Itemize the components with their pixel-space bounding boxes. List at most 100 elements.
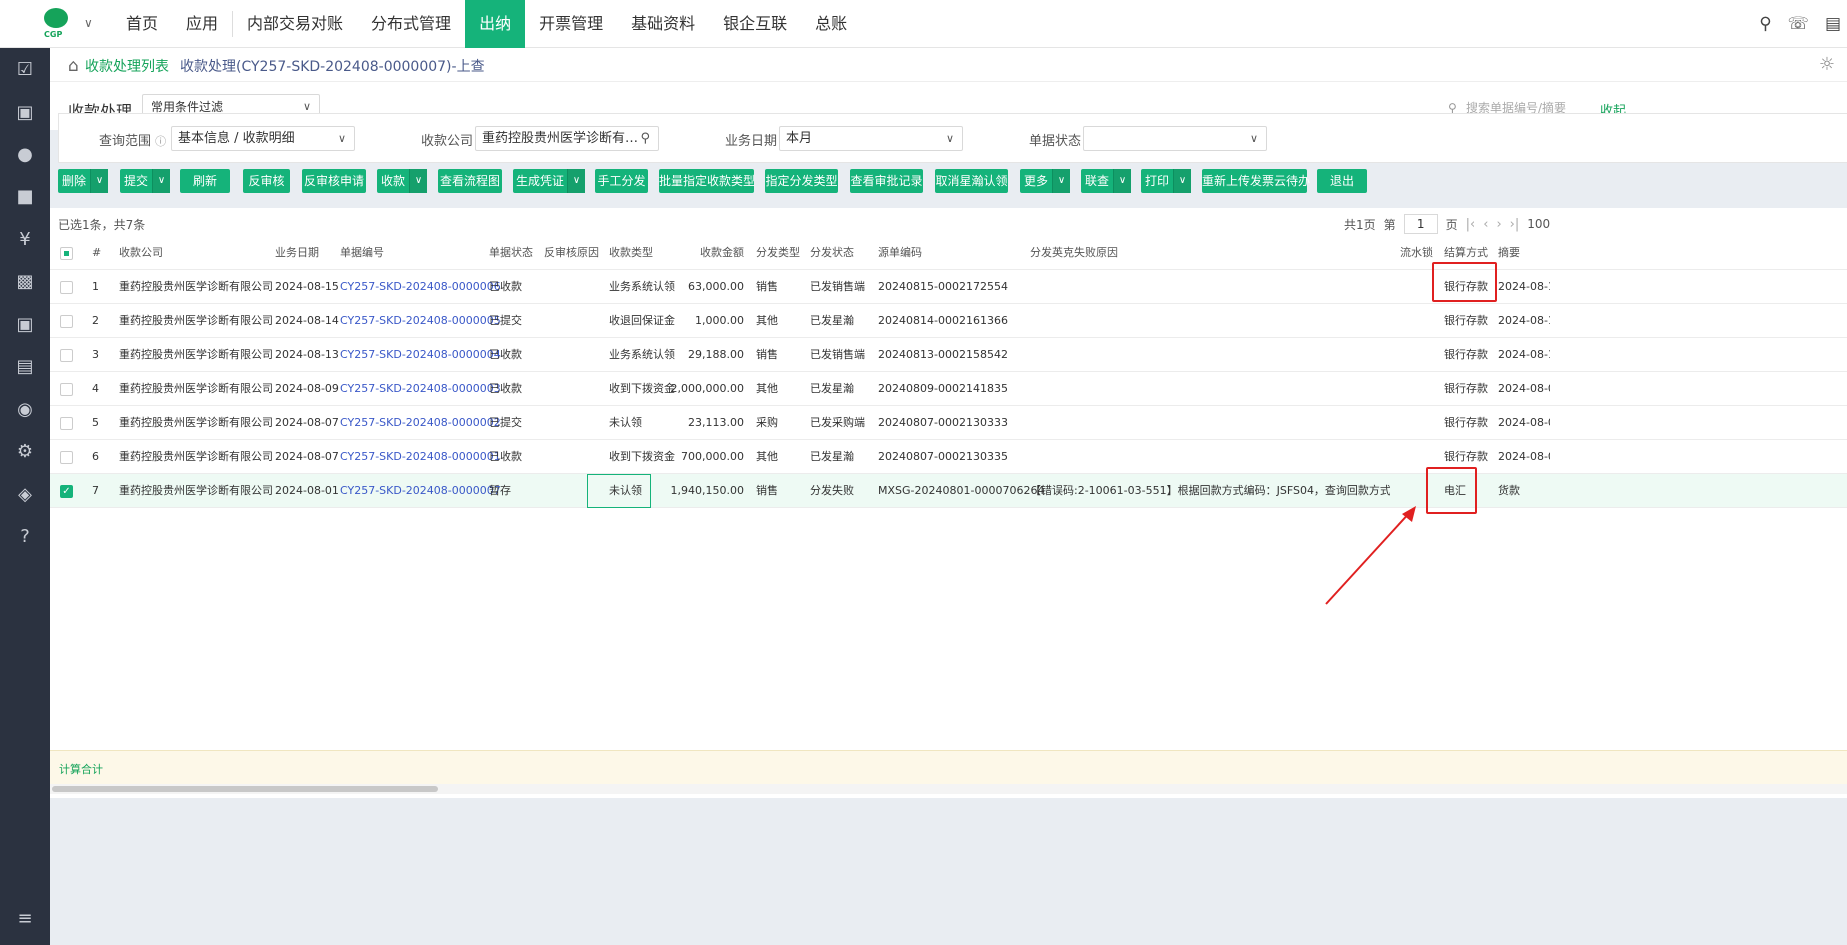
chevron-down-icon[interactable]: ∨ [1113, 169, 1131, 193]
manual-distribute-button[interactable]: 手工分发 [595, 169, 648, 193]
calculate-total-link[interactable]: 计算合计 [59, 761, 103, 777]
chevron-down-icon[interactable]: ∨ [567, 169, 585, 193]
help-icon[interactable]: ? [0, 523, 50, 551]
row-checkbox[interactable] [60, 281, 73, 294]
row-checkbox[interactable] [60, 383, 73, 396]
nav-item-internal-reconcile[interactable]: 内部交易对账 [233, 0, 357, 48]
row-code-link[interactable]: CY257-SKD-202408-0000002 [340, 406, 501, 440]
wallet-icon[interactable]: ¥ [0, 226, 50, 254]
col-header-lock[interactable]: 流水锁 [1400, 236, 1433, 270]
view-approval-button[interactable]: 查看审批记录 [850, 169, 923, 193]
checklist-icon[interactable]: ☑ [0, 56, 50, 84]
row-checkbox[interactable] [60, 315, 73, 328]
exit-button[interactable]: 退出 [1317, 169, 1367, 193]
chevron-down-icon[interactable]: ∨ [1173, 169, 1191, 193]
reupload-invoice-button[interactable]: 重新上传发票云待办 [1202, 169, 1310, 193]
col-header-dist-status[interactable]: 分发状态 [810, 236, 854, 270]
nav-item-distributed[interactable]: 分布式管理 [357, 0, 465, 48]
table-row[interactable]: 1 重药控股贵州医学诊断有限公司 2024-08-15 CY257-SKD-20240… [50, 270, 1847, 304]
col-header-fail-reason[interactable]: 分发英克失败原因 [1030, 236, 1118, 270]
menu-toggle-icon[interactable]: ≡ [0, 908, 50, 929]
col-header-date[interactable]: 业务日期 [275, 236, 319, 270]
table-row[interactable]: 3 重药控股贵州医学诊断有限公司 2024-08-13 CY257-SKD-20240… [50, 338, 1847, 372]
col-header-dist-type[interactable]: 分发类型 [756, 236, 800, 270]
nav-item-invoice[interactable]: 开票管理 [525, 0, 617, 48]
row-code-link[interactable]: CY257-SKD-202408-0000001 [340, 440, 501, 474]
col-header-status[interactable]: 单据状态 [489, 236, 533, 270]
table-row[interactable]: 2 重药控股贵州医学诊断有限公司 2024-08-14 CY257-SKD-20240… [50, 304, 1847, 338]
table-row[interactable]: 4 重药控股贵州医学诊断有限公司 2024-08-09 CY257-SKD-20240… [50, 372, 1847, 406]
col-header-memo[interactable]: 摘要 [1498, 236, 1520, 270]
receive-button[interactable]: 收款 ∨ [377, 169, 427, 193]
unaudit-request-button[interactable]: 反审核申请 [302, 169, 366, 193]
cancel-claim-button[interactable]: 取消星瀚认领 [935, 169, 1008, 193]
table-row[interactable]: ✓ 7 重药控股贵州医学诊断有限公司 2024-08-01 CY257-SKD-2024… [50, 474, 1847, 508]
lightbulb-icon[interactable]: ☼ [1819, 54, 1835, 75]
view-flowchart-button[interactable]: 查看流程图 [438, 169, 502, 193]
search-icon[interactable]: ⚲ [1759, 14, 1771, 34]
help-circle-icon[interactable]: ⓘ [155, 135, 166, 148]
row-checkbox[interactable]: ✓ [60, 485, 73, 498]
last-page-icon[interactable]: ›| [1510, 217, 1520, 232]
select-all-checkbox[interactable] [60, 247, 73, 260]
headset-icon[interactable]: ☏ [1788, 14, 1809, 34]
table-row[interactable]: 6 重药控股贵州医学诊断有限公司 2024-08-07 CY257-SKD-20240… [50, 440, 1847, 474]
next-page-icon[interactable]: › [1496, 217, 1501, 232]
status-select[interactable]: ∨ [1083, 126, 1267, 151]
refresh-button[interactable]: 刷新 [180, 169, 230, 193]
submit-button[interactable]: 提交 ∨ [120, 169, 170, 193]
cluster-icon[interactable]: ● [0, 141, 50, 169]
company-select[interactable]: 重药控股贵州医学诊断有… ⚲ [475, 126, 659, 151]
nav-item-cashier[interactable]: 出纳 [465, 0, 526, 48]
more-button[interactable]: 更多 ∨ [1020, 169, 1070, 193]
document-icon[interactable]: ▤ [1825, 14, 1841, 34]
row-checkbox[interactable] [60, 451, 73, 464]
chevron-down-icon[interactable]: ∨ [409, 169, 427, 193]
app-logo[interactable]: CGP [40, 8, 72, 40]
row-code-link[interactable]: CY257-SKD-202408-0000005 [340, 304, 501, 338]
row-code-link[interactable]: CY257-SKD-202408-0000004 [340, 338, 501, 372]
nav-item-bank-link[interactable]: 银企互联 [709, 0, 801, 48]
page-size[interactable]: 100 [1527, 217, 1550, 231]
nav-item-apps[interactable]: 应用 [172, 0, 232, 48]
scope-select[interactable]: 基本信息 / 收款明细 ∨ [171, 126, 355, 151]
print-button[interactable]: 打印 ∨ [1141, 169, 1191, 193]
first-page-icon[interactable]: |‹ [1466, 217, 1476, 232]
nav-item-basic-data[interactable]: 基础资料 [617, 0, 709, 48]
assign-distribute-type-button[interactable]: 指定分发类型 [765, 169, 838, 193]
orbit-icon[interactable]: ◉ [0, 396, 50, 424]
page-input[interactable]: 1 [1403, 214, 1438, 234]
col-header-unaudit-reason[interactable]: 反审核原因 [544, 236, 599, 270]
chevron-down-icon[interactable]: ∨ [152, 169, 170, 193]
prev-page-icon[interactable]: ‹ [1483, 217, 1488, 232]
unaudit-button[interactable]: 反审核 [243, 169, 290, 193]
delete-button[interactable]: 删除 ∨ [58, 169, 108, 193]
tab-receipt-detail[interactable]: 收款处理(CY257-SKD-202408-0000007)-上查 [180, 56, 485, 76]
col-header-code[interactable]: 单据编号 [340, 236, 384, 270]
row-checkbox[interactable] [60, 349, 73, 362]
screen-icon[interactable]: ▩ [0, 268, 50, 296]
layers-icon[interactable]: ◈ [0, 481, 50, 509]
col-header-company[interactable]: 收款公司 [119, 236, 163, 270]
generate-voucher-button[interactable]: 生成凭证 ∨ [513, 169, 585, 193]
link-query-button[interactable]: 联查 ∨ [1081, 169, 1131, 193]
scrollbar-thumb[interactable] [52, 786, 438, 792]
home-icon[interactable]: ⌂ [68, 56, 79, 76]
row-code-link[interactable]: CY257-SKD-202408-0000003 [340, 372, 501, 406]
card-icon[interactable]: ▣ [0, 311, 50, 339]
row-code-link[interactable]: CY257-SKD-202408-0000007 [340, 474, 501, 508]
row-code-link[interactable]: CY257-SKD-202408-0000006 [340, 270, 501, 304]
nav-item-ledger[interactable]: 总账 [801, 0, 861, 48]
report-icon[interactable]: ▤ [0, 353, 50, 381]
row-checkbox[interactable] [60, 417, 73, 430]
horizontal-scrollbar[interactable] [50, 784, 1847, 794]
col-header-amount[interactable]: 收款金额 [670, 236, 744, 270]
chevron-down-icon[interactable]: ∨ [90, 169, 108, 193]
gear-icon[interactable]: ⚙ [0, 438, 50, 466]
cube-icon[interactable]: ▣ [0, 99, 50, 127]
chevron-down-icon[interactable]: ∨ [84, 16, 93, 30]
monitor-icon[interactable]: ■ [0, 183, 50, 211]
nav-item-home[interactable]: 首页 [112, 0, 172, 48]
batch-receipt-type-button[interactable]: 批量指定收款类型 [659, 169, 755, 193]
chevron-down-icon[interactable]: ∨ [1052, 169, 1070, 193]
